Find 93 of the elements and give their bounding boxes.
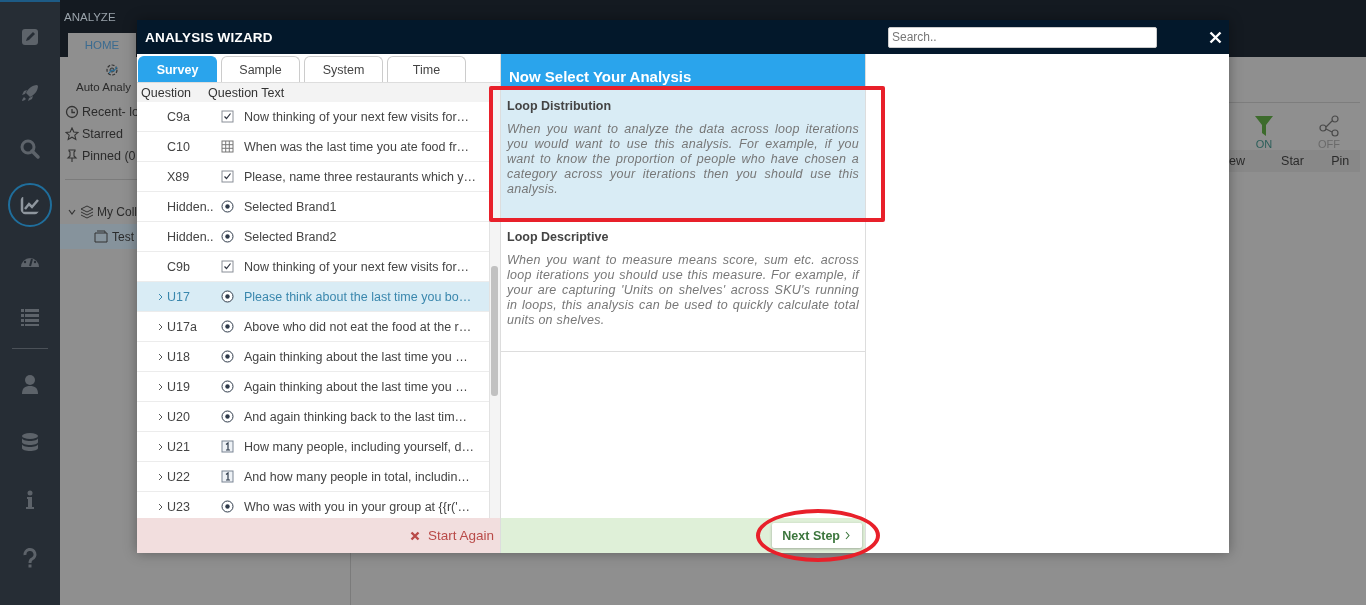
section-title: ANALYZE <box>63 10 117 25</box>
question-text: Above who did not eat the food at the r… <box>244 319 472 334</box>
dialog-title: ANALYSIS WIZARD <box>144 29 274 45</box>
scrollbar[interactable] <box>489 102 500 518</box>
question-code: Hidden.. <box>167 229 215 244</box>
clock-icon <box>65 105 79 119</box>
tab[interactable]: Sample <box>221 56 300 82</box>
radio-icon <box>221 320 234 333</box>
option-title: Loop Descriptive <box>507 230 610 244</box>
grid-icon <box>221 140 234 153</box>
chart-icon[interactable] <box>8 183 52 227</box>
close-icon <box>409 530 420 541</box>
pencil-icon[interactable] <box>19 26 41 48</box>
tree-item[interactable]: My Coll <box>97 205 137 219</box>
question-row[interactable]: Hidden.. Selected Brand2 <box>137 222 490 252</box>
question-text: Again thinking about the last time you … <box>244 379 468 394</box>
toolbar-label[interactable]: ew <box>1229 154 1265 168</box>
question-text: Now thinking of your next few visits for… <box>244 109 470 124</box>
question-text: Please, name three restaurants which y… <box>244 169 477 184</box>
question-row[interactable]: C10 When was the last time you ate food fr… <box>137 132 490 162</box>
tool-label[interactable]: Auto Analy <box>76 81 131 93</box>
sidebar-link[interactable]: Pinned (0 <box>82 149 136 163</box>
toggle-state: ON <box>1255 138 1273 150</box>
tab[interactable]: Time <box>387 56 466 82</box>
toolbar-label[interactable]: Star <box>1264 154 1321 168</box>
radio-icon <box>221 230 234 243</box>
question-code: C9a <box>167 109 191 124</box>
question-row[interactable]: U20 And again thinking back to the last tim… <box>137 402 490 432</box>
question-row[interactable]: U18 Again thinking about the last time you … <box>137 342 490 372</box>
question-code: U20 <box>167 409 191 424</box>
question-row[interactable]: U21 How many people, including yourself, d… <box>137 432 490 462</box>
question-code: U23 <box>167 499 191 514</box>
checkbox-icon <box>221 110 234 123</box>
question-code: Hidden.. <box>167 199 215 214</box>
tab[interactable]: System <box>304 56 383 82</box>
question-text: And how many people in total, includin… <box>244 469 470 484</box>
question-text: When was the last time you ate food fr… <box>244 139 470 154</box>
question-text: Selected Brand1 <box>244 199 337 214</box>
user-icon[interactable] <box>19 373 41 395</box>
option-description: When you want to measure means score, sum etc. across loop iterations you should use this measure. For example, if your are capturing 'Units on shelves' across SKU's running in loops, this analysis can be used to quickly calculate total units on shelves. <box>507 253 859 328</box>
question-row[interactable]: U22 And how many people in total, includin… <box>137 462 490 492</box>
question-code: U17a <box>167 319 198 334</box>
question-text: Who was with you in your group at {{r('… <box>244 499 471 514</box>
question-code: U19 <box>167 379 191 394</box>
option-description: When you want to analyze the data across loop iterations you would want to use this analysis. For example, if you want to know the proportion of people who have chosen a category across your iterations then you should use this analysis. <box>507 122 859 197</box>
gear-icon <box>103 61 121 79</box>
question-code: U22 <box>167 469 191 484</box>
checkbox-icon <box>221 170 234 183</box>
database-icon[interactable] <box>19 431 41 453</box>
folder-icon <box>94 230 108 243</box>
question-code: C9b <box>167 259 191 274</box>
search-icon[interactable] <box>19 138 41 160</box>
start-again-button[interactable]: Start Again <box>409 528 494 543</box>
radio-icon <box>221 350 234 363</box>
radio-icon <box>221 200 234 213</box>
chevron-icon <box>845 531 850 540</box>
list-icon[interactable] <box>19 306 41 328</box>
question-code: X89 <box>167 169 191 184</box>
question-code: U21 <box>167 439 191 454</box>
question-row[interactable]: U17a Above who did not eat the food at the r… <box>137 312 490 342</box>
question-text: How many people, including yourself, d… <box>244 439 474 454</box>
question-row[interactable]: U19 Again thinking about the last time you … <box>137 372 490 402</box>
column-header: Question <box>140 85 193 100</box>
question-text: And again thinking back to the last tim… <box>244 409 468 424</box>
question-text: Selected Brand2 <box>244 229 337 244</box>
radio-icon <box>221 410 234 423</box>
question-row[interactable]: X89 Please, name three restaurants which y… <box>137 162 490 192</box>
star-icon <box>65 127 79 141</box>
question-code: C10 <box>167 139 191 154</box>
column-header: Question Text <box>208 85 285 100</box>
question-row[interactable]: C9a Now thinking of your next few visits for… <box>137 102 490 132</box>
question-text: Again thinking about the last time you … <box>244 349 468 364</box>
question-text: Please think about the last time you bo… <box>244 289 472 304</box>
radio-icon <box>221 380 234 393</box>
toolbar-label[interactable]: Pin <box>1320 154 1360 168</box>
pin-icon <box>65 149 79 163</box>
question-code: U17 <box>167 289 191 304</box>
checkbox-icon <box>221 260 234 273</box>
sidebar-link[interactable]: Starred <box>82 127 123 141</box>
layers-icon <box>80 205 94 219</box>
close-button[interactable] <box>1209 30 1222 44</box>
question-code: U18 <box>167 349 191 364</box>
radio-icon <box>221 500 234 513</box>
question-text: Now thinking of your next few visits for… <box>244 259 470 274</box>
next-step-button[interactable]: Next Step <box>772 523 862 548</box>
number-box-icon <box>221 440 234 453</box>
radio-icon <box>221 290 234 303</box>
option-title: Loop Distribution <box>507 99 613 113</box>
search-field[interactable]: Search.. <box>888 26 1157 48</box>
number-box-icon <box>221 470 234 483</box>
close-icon <box>1209 30 1222 44</box>
rocket-icon[interactable] <box>19 82 41 104</box>
question-row[interactable]: Hidden.. Selected Brand1 <box>137 192 490 222</box>
